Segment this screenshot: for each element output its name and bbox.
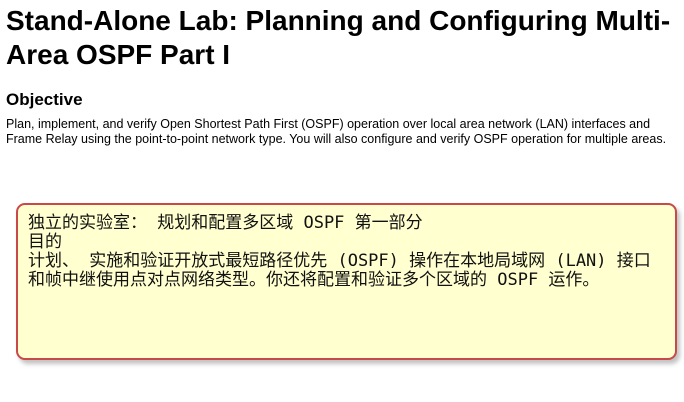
document-title: Stand-Alone Lab: Planning and Configurin…: [6, 5, 671, 70]
translated-objective: 计划、 实施和验证开放式最短路径优先 (OSPF) 操作在本地局域网 (LAN)…: [28, 251, 651, 290]
translated-heading: 目的: [28, 232, 62, 252]
objective-heading: Objective: [6, 90, 83, 109]
translated-title: 独立的实验室： 规划和配置多区域 OSPF 第一部分: [28, 213, 423, 233]
objective-paragraph: Plan, implement, and verify Open Shortes…: [6, 117, 667, 146]
translation-callout: 独立的实验室： 规划和配置多区域 OSPF 第一部分 目的 计划、 实施和验证开…: [16, 203, 677, 360]
